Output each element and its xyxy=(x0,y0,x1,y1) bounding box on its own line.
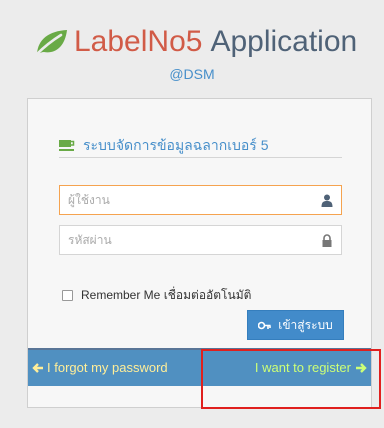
app-title: LabelNo5 Application xyxy=(34,24,357,60)
title-divider xyxy=(59,157,342,158)
remember-me-label: Remember Me เชื่อมต่ออัตโนมัติ xyxy=(81,288,252,302)
system-title: ระบบจัดการข้อมูลฉลากเบอร์ 5 xyxy=(59,135,268,157)
leaf-icon xyxy=(35,30,67,56)
login-button[interactable]: เข้าสู่ระบบ xyxy=(247,310,344,340)
app-header: LabelNo5 Application @DSM xyxy=(0,0,384,90)
register-highlight-box xyxy=(201,349,381,409)
username-input[interactable] xyxy=(60,186,341,214)
password-input[interactable] xyxy=(60,226,341,254)
remember-me[interactable]: Remember Me เชื่อมต่ออัตโนมัติ xyxy=(62,286,251,305)
arrow-left-icon xyxy=(32,362,43,373)
remember-me-checkbox[interactable] xyxy=(62,290,73,301)
lock-icon xyxy=(322,234,332,247)
username-field[interactable] xyxy=(59,185,342,215)
app-title-suffix: Application xyxy=(210,25,358,58)
forgot-password-label: I forgot my password xyxy=(47,360,168,375)
system-title-text: ระบบจัดการข้อมูลฉลากเบอร์ 5 xyxy=(83,137,269,153)
app-title-label: LabelNo5 xyxy=(74,25,203,58)
forgot-password-link[interactable]: I forgot my password xyxy=(32,360,168,375)
key-icon xyxy=(258,321,272,329)
coffee-icon xyxy=(59,140,75,151)
login-button-label: เข้าสู่ระบบ xyxy=(278,317,333,332)
password-field[interactable] xyxy=(59,225,342,255)
app-subtitle: @DSM xyxy=(169,66,215,82)
user-icon xyxy=(321,194,333,207)
login-form: ระบบจัดการข้อมูลฉลากเบอร์ 5 Remember Me … xyxy=(28,99,371,347)
